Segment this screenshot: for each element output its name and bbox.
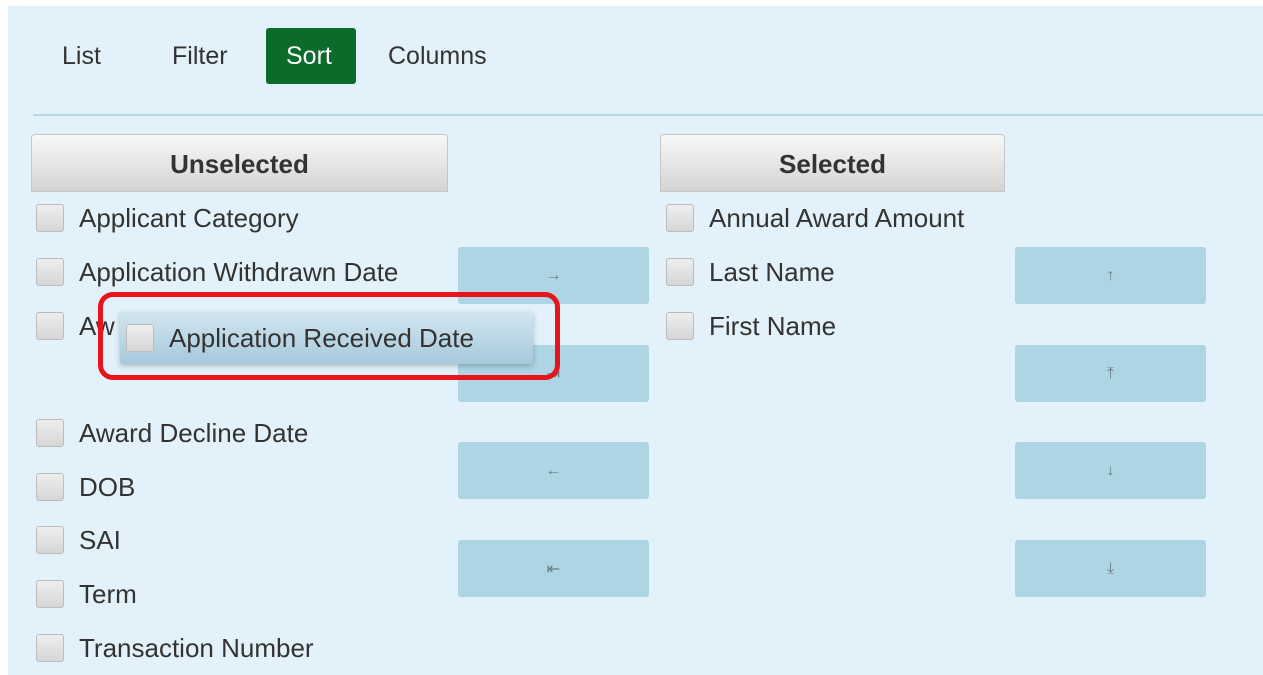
highlight-box [98,292,560,380]
list-item-label: DOB [79,471,136,502]
list-item[interactable]: Last Name [666,254,835,290]
arrow-up-to-bar-icon: ⤒ [1106,364,1115,382]
list-item-label: Annual Award Amount [709,202,965,233]
arrow-left-to-bar-icon: ⇤ [546,560,561,578]
list-item[interactable]: Award Decline Date [36,415,308,451]
unselected-header: Unselected [31,134,448,192]
list-item-label: SAI [79,524,121,555]
selected-header: Selected [660,134,1005,192]
arrow-down-icon: ↓ [1106,461,1115,479]
list-item[interactable]: Annual Award Amount [666,200,964,236]
tab-filter[interactable]: Filter [152,28,248,84]
list-item[interactable]: SAI [36,522,121,558]
tab-list[interactable]: List [42,28,121,84]
checkbox[interactable] [36,419,64,447]
move-up-button[interactable]: ↑ [1015,247,1206,304]
arrow-left-icon: ← [545,461,562,479]
checkbox[interactable] [36,580,64,608]
move-down-button[interactable]: ↓ [1015,442,1206,499]
move-bottom-button[interactable]: ⤓ [1015,540,1206,597]
remove-button[interactable]: ← [458,442,649,499]
arrow-up-icon: ↑ [1106,266,1115,284]
list-item-label: Last Name [709,256,835,287]
list-item-label: Transaction Number [79,632,314,663]
checkbox[interactable] [666,312,694,340]
tab-sort[interactable]: Sort [266,28,356,84]
list-item[interactable]: First Name [666,308,836,344]
tab-divider [33,114,1263,116]
checkbox[interactable] [36,634,64,662]
move-top-button[interactable]: ⤒ [1015,345,1206,402]
arrow-down-to-bar-icon: ⤓ [1106,559,1115,577]
list-item[interactable]: Transaction Number [36,630,314,666]
checkbox[interactable] [36,312,64,340]
list-item[interactable]: Applicant Category [36,200,299,236]
checkbox[interactable] [36,258,64,286]
checkbox[interactable] [666,258,694,286]
checkbox[interactable] [36,526,64,554]
checkbox[interactable] [666,204,694,232]
list-item-label: Application Withdrawn Date [79,256,399,287]
list-item[interactable]: Application Withdrawn Date [36,254,398,290]
remove-all-button[interactable]: ⇤ [458,540,649,597]
arrow-right-icon: → [545,266,562,284]
list-item[interactable]: DOB [36,469,135,505]
list-item-label: Term [79,578,137,609]
checkbox[interactable] [36,473,64,501]
tab-columns[interactable]: Columns [368,28,507,84]
list-item-label: Applicant Category [79,202,299,233]
list-item[interactable]: Term [36,576,137,612]
checkbox[interactable] [36,204,64,232]
list-item-label: Award Decline Date [79,417,309,448]
list-item-label: First Name [709,310,837,341]
